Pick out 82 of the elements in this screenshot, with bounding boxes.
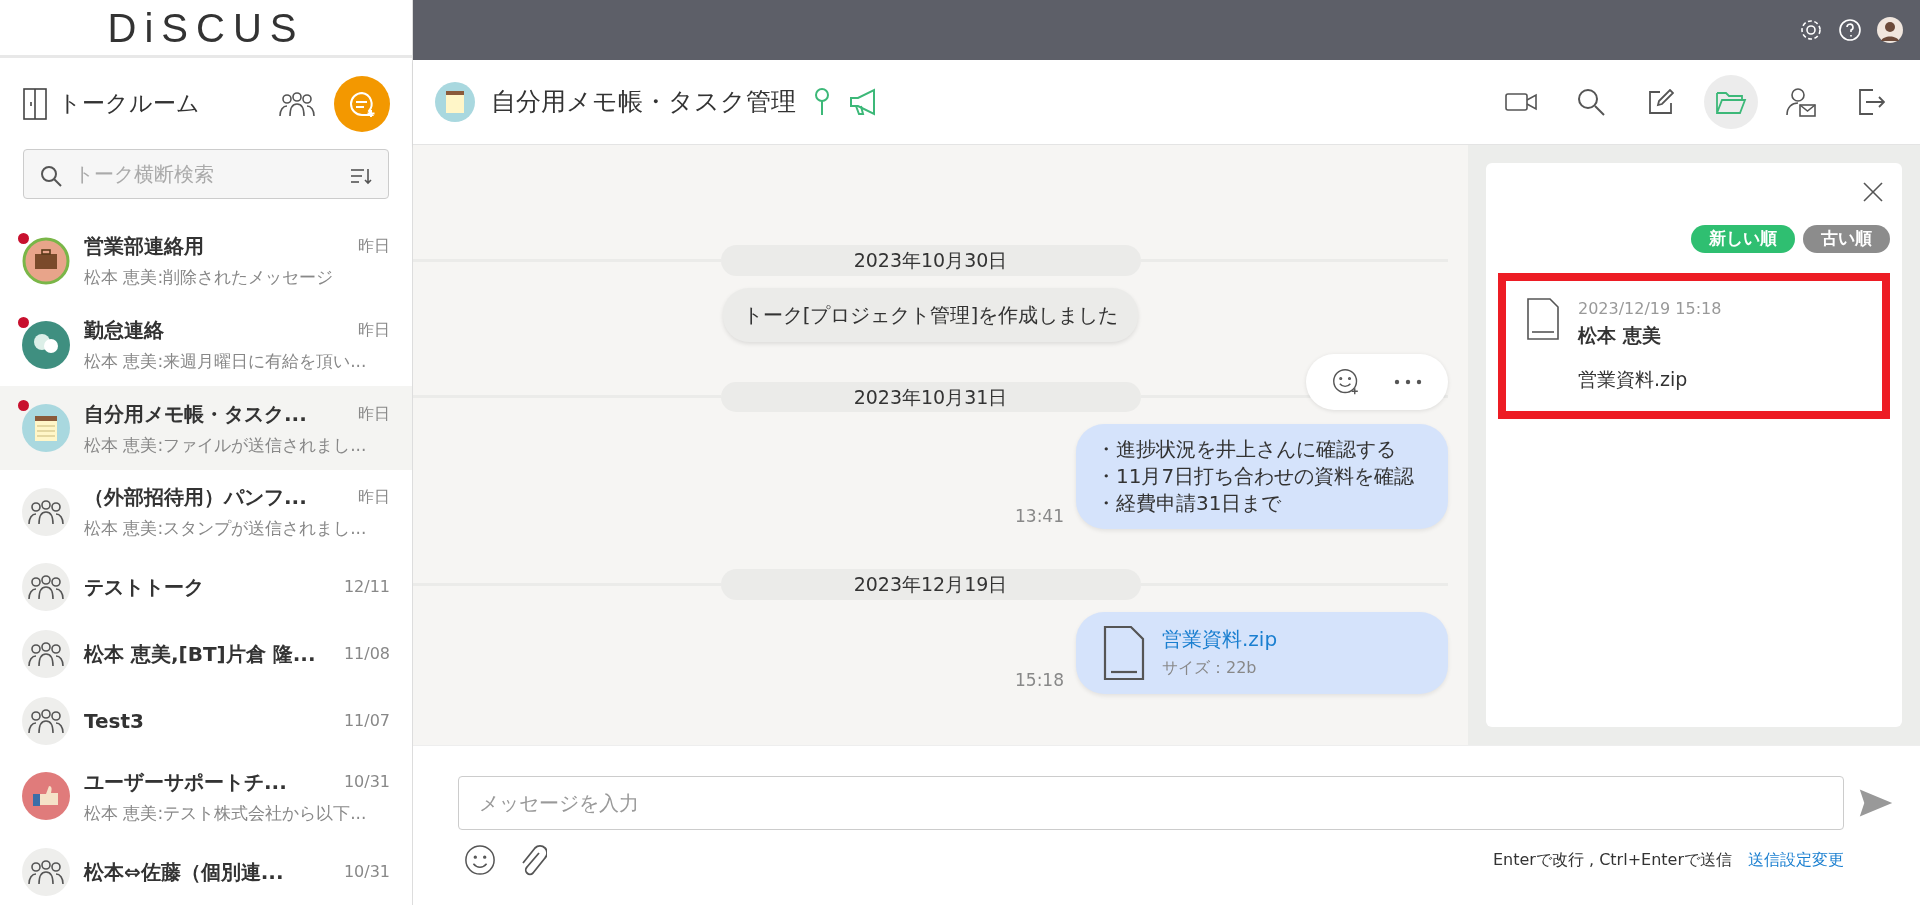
thumbs-up-icon — [22, 772, 70, 821]
chat-title: 自分用メモ帳・タスク管理 — [491, 86, 796, 119]
group-icon — [279, 89, 315, 118]
message-line: ・経費申請31日まで — [1096, 490, 1283, 517]
file-icon — [1526, 296, 1560, 341]
sidebar-title: トークルーム — [58, 89, 201, 119]
message-line: ・進捗状況を井上さんに確認する — [1096, 436, 1397, 463]
chat-bubbles-icon — [22, 320, 70, 369]
talk-room-date: 11/08 — [343, 643, 390, 666]
exit-icon — [1857, 88, 1885, 116]
talk-room-name: 勤怠連絡 — [84, 316, 164, 344]
file-list-item[interactable]: 2023/12/19 15:18 松本 恵美 営業資料.zip — [1498, 272, 1890, 419]
talk-room-item[interactable]: 松本 恵美,[BT]片倉 隆... 11/08 — [0, 620, 412, 688]
mail-user-icon — [1786, 87, 1816, 117]
talk-room-item[interactable]: 松本⇔佐藤（個別連... 10/31 — [0, 838, 412, 905]
briefcase-icon — [22, 237, 70, 286]
message-time: 13:41 — [1015, 504, 1064, 528]
group-icon — [22, 487, 70, 536]
more-icon — [1394, 379, 1422, 385]
last-message-preview: 松本 恵美:削除されたメッセージ — [84, 266, 335, 290]
last-message-preview: 松本 恵美:来週月曜日に有給を頂い... — [84, 349, 368, 373]
logo: DiSCUS — [107, 4, 305, 52]
talk-room-date: 10/31 — [343, 860, 390, 883]
file-date-time: 2023/12/19 15:18 — [1578, 297, 1722, 320]
talk-room-date: 11/07 — [343, 710, 390, 732]
settings-icon[interactable] — [1798, 17, 1824, 43]
talk-room-name: 松本⇔佐藤（個別連... — [84, 858, 284, 886]
talk-room-item[interactable]: ユーザーサポートチ... 10/31 松本 恵美:テスト株式会社から以下... — [0, 754, 412, 839]
talk-room-name: Test3 — [84, 708, 144, 735]
video-icon — [1505, 91, 1537, 113]
talk-room-name: ユーザーサポートチ... — [84, 768, 287, 796]
send-settings-link[interactable]: 送信設定変更 — [1748, 848, 1844, 872]
last-message-preview: 松本 恵美:ファイルが送信されまし... — [84, 433, 368, 457]
search-icon — [1577, 88, 1605, 116]
group-icon — [22, 630, 70, 679]
send-hint: Enterで改行 , Ctrl+Enterで送信 — [1492, 849, 1732, 871]
door-icon — [22, 86, 48, 121]
talk-room-item[interactable]: 勤怠連絡 昨日 松本 恵美:来週月曜日に有給を頂い... — [0, 302, 412, 387]
close-icon — [1862, 181, 1884, 203]
talk-room-item[interactable]: 自分用メモ帳・タスク... 昨日 松本 恵美:ファイルが送信されまし... — [0, 386, 412, 471]
talk-room-item[interactable]: テストトーク 12/11 — [0, 553, 412, 621]
chat-plus-icon — [347, 89, 377, 118]
avatar-icon[interactable] — [1876, 16, 1904, 44]
date-separator: 2023年10月31日 — [720, 381, 1141, 412]
message-time: 15:18 — [1015, 669, 1064, 692]
talk-room-date: 10/31 — [343, 770, 390, 793]
edit-icon — [1648, 89, 1674, 115]
notepad-icon — [22, 404, 70, 453]
talk-room-name: テストトーク — [84, 574, 204, 602]
group-icon — [22, 697, 70, 745]
talk-room-item[interactable]: 営業部連絡用 昨日 松本 恵美:削除されたメッセージ — [0, 219, 412, 303]
group-icon — [22, 847, 70, 896]
sort-icon[interactable] — [349, 166, 373, 187]
search-icon — [39, 164, 63, 189]
smiley-icon — [464, 843, 496, 877]
file-name: 営業資料.zip — [1578, 367, 1689, 392]
last-message-preview: 松本 恵美:スタンプが送信されまし... — [84, 517, 368, 541]
help-icon[interactable] — [1838, 18, 1862, 42]
talk-room-item[interactable]: （外部招待用）パンフ... 昨日 松本 恵美:スタンプが送信されまし... — [0, 470, 412, 554]
file-icon — [1102, 623, 1146, 682]
notepad-icon — [435, 82, 475, 122]
talk-room-date: 12/11 — [343, 576, 390, 599]
talk-room-item[interactable]: Test3 11/07 — [0, 687, 412, 755]
talk-room-date: 昨日 — [358, 486, 390, 509]
talk-room-name: 営業部連絡用 — [84, 233, 204, 261]
file-size: サイズ：22b — [1162, 657, 1258, 679]
talk-room-name: 自分用メモ帳・タスク... — [84, 400, 307, 428]
talk-room-date: 昨日 — [358, 318, 390, 341]
talk-room-date: 昨日 — [358, 235, 390, 258]
folder-icon — [1715, 89, 1747, 115]
message-input[interactable]: メッセージを入力 — [458, 776, 1844, 830]
file-sender: 松本 恵美 — [1578, 322, 1662, 348]
talk-room-name: （外部招待用）パンフ... — [84, 484, 307, 512]
message-line: ・11月7日打ち合わせの資料を確認 — [1096, 463, 1416, 490]
search-field[interactable]: トーク横断検索 — [23, 149, 389, 200]
talk-room-date: 昨日 — [358, 402, 390, 425]
talk-room-name: 松本 恵美,[BT]片倉 隆... — [84, 641, 316, 669]
date-separator: 2023年12月19日 — [720, 569, 1141, 600]
last-message-preview: 松本 恵美:テスト株式会社から以下... — [84, 801, 368, 825]
date-separator: 2023年10月30日 — [720, 245, 1141, 276]
system-message: トーク[プロジェクト管理]を作成しました — [722, 287, 1139, 342]
group-icon — [22, 563, 70, 612]
